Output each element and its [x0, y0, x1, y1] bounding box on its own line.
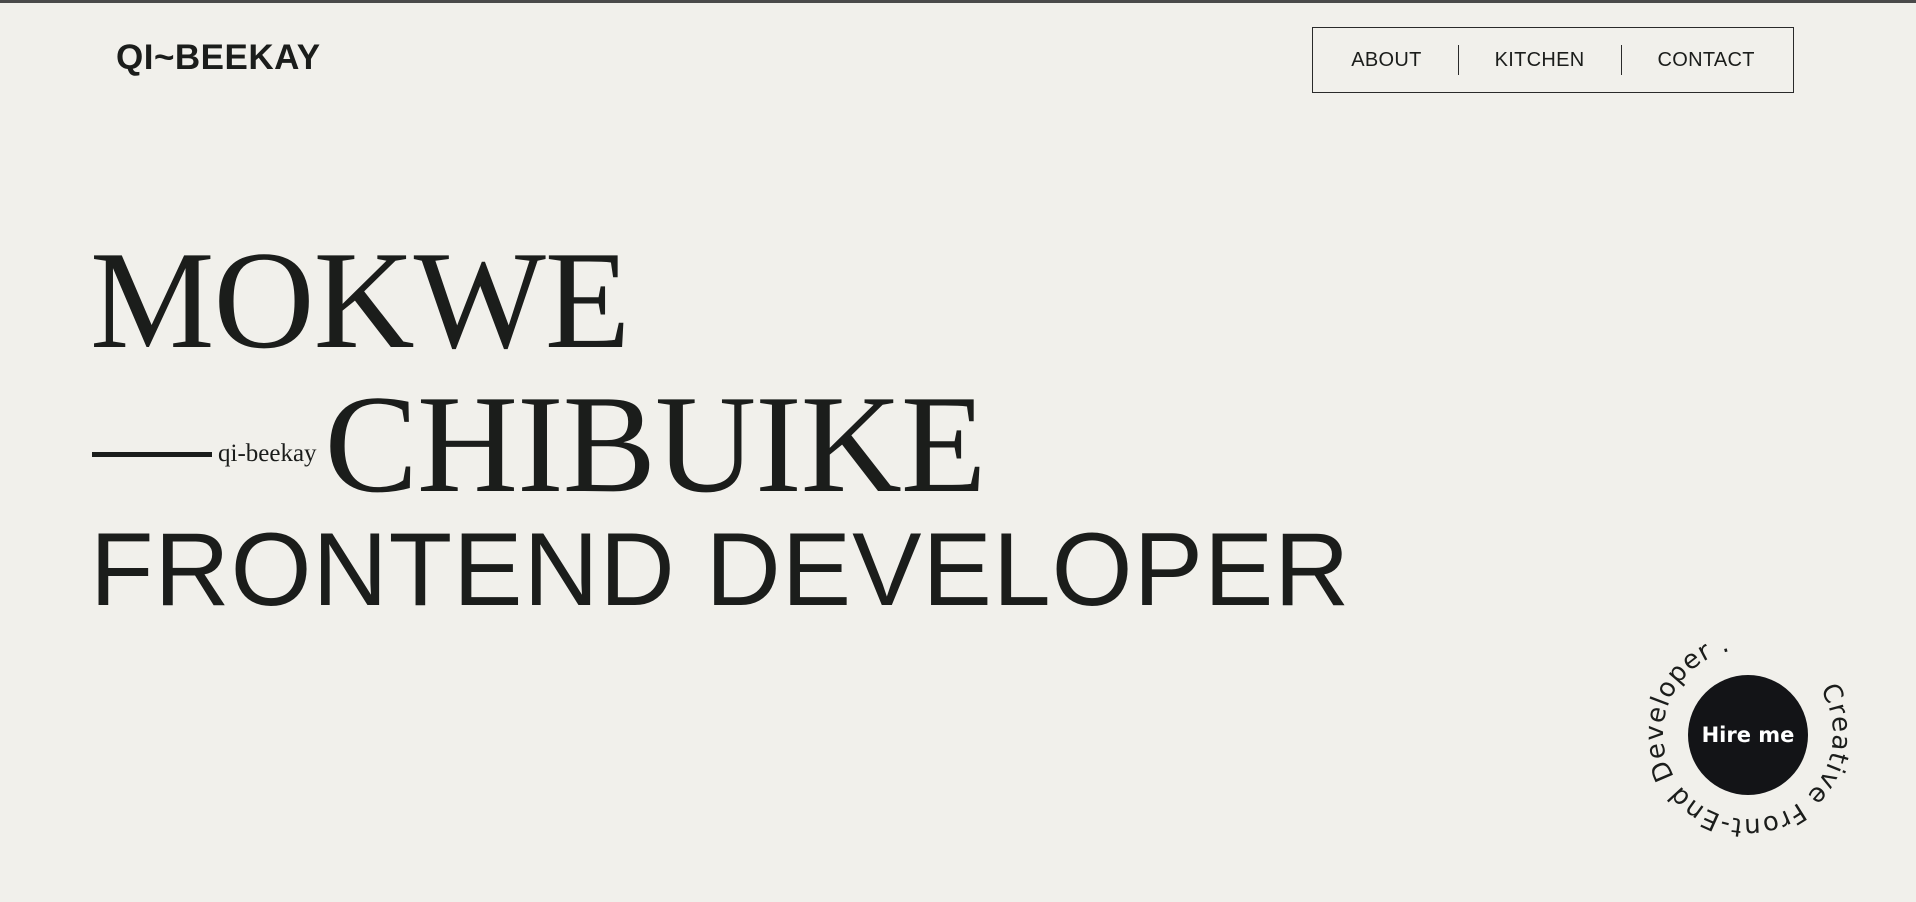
- decorative-dash: [92, 451, 212, 457]
- site-logo[interactable]: QI~BEEKAY: [116, 38, 321, 78]
- hire-me-badge: Creative Front-End Developer . Hire me: [1637, 623, 1859, 845]
- hire-me-button[interactable]: Hire me: [1688, 675, 1808, 795]
- hero-first-name: MOKWE: [90, 223, 630, 378]
- nav-kitchen-link[interactable]: KITCHEN: [1459, 49, 1621, 72]
- top-border: [0, 0, 1916, 3]
- hero-last-name: CHIBUIKE: [324, 367, 987, 522]
- hero-role: FRONTEND DEVELOPER: [90, 512, 1351, 628]
- main-nav: ABOUT KITCHEN CONTACT: [1312, 27, 1794, 93]
- hero-second-row: qi-beekay CHIBUIKE: [92, 367, 987, 522]
- nav-about-link[interactable]: ABOUT: [1315, 49, 1457, 72]
- hero-handle: qi-beekay: [218, 440, 317, 467]
- nav-contact-link[interactable]: CONTACT: [1622, 49, 1791, 72]
